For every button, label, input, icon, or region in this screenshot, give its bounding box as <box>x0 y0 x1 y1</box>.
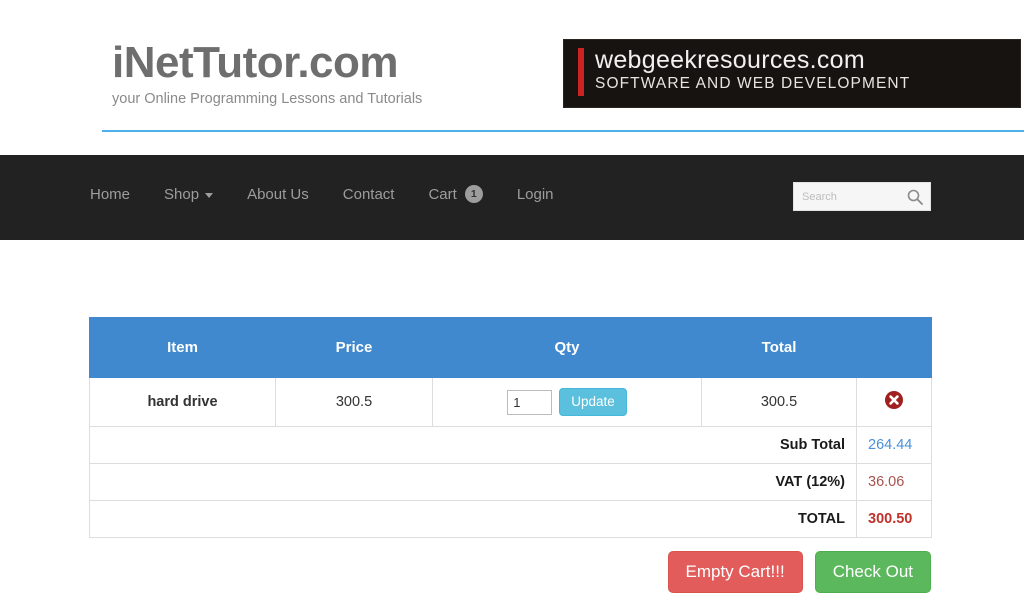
shopping-cart-table: Item Price Qty Total hard drive 300.5 Up… <box>89 317 932 538</box>
nav-label-about-us: About Us <box>247 185 309 203</box>
summary-row-subtotal: Sub Total 264.44 <box>89 426 932 464</box>
summary-label-total: TOTAL <box>701 500 857 538</box>
summary-row-total: TOTAL 300.50 <box>89 500 932 538</box>
column-header-total: Total <box>701 317 857 378</box>
ad-title: webgeekresources.com <box>595 46 866 74</box>
check-out-button[interactable]: Check Out <box>814 551 931 593</box>
nav-item-contact[interactable]: Contact <box>343 186 395 203</box>
nav-label-contact: Contact <box>342 185 395 203</box>
cart-table-head: Item Price Qty Total <box>89 317 932 378</box>
search-input[interactable] <box>794 183 906 210</box>
cell-item-qty: Update <box>432 377 702 427</box>
summary-value-vat: 36.06 <box>856 463 932 501</box>
ad-accent-bar <box>578 48 584 96</box>
summary-value-subtotal: 264.44 <box>856 426 932 464</box>
nav-label-shop: Shop <box>164 185 200 203</box>
column-header-price: Price <box>275 317 433 378</box>
header-divider <box>102 130 1024 132</box>
nav-links: Home Shop About Us Contact Cart 1 Login <box>90 185 554 203</box>
remove-circle-icon[interactable] <box>884 390 904 410</box>
cart-header-row: Item Price Qty Total <box>89 317 932 378</box>
logo-title: iNetTutor.com <box>112 38 399 87</box>
site-header: iNetTutor.com your Online Programming Le… <box>0 0 1024 155</box>
ad-subtitle: SOFTWARE AND WEB DEVELOPMENT <box>595 75 911 92</box>
nav-item-login[interactable]: Login <box>517 186 554 203</box>
column-header-item: Item <box>89 317 276 378</box>
column-header-qty: Qty <box>432 317 702 378</box>
summary-value-total: 300.50 <box>856 500 932 538</box>
nav-label-cart: Cart <box>428 185 457 203</box>
quantity-stepper[interactable] <box>507 389 553 415</box>
nav-item-shop[interactable]: Shop <box>164 185 214 203</box>
summary-label-subtotal: Sub Total <box>701 426 857 464</box>
advertisement-banner[interactable]: webgeekresources.com SOFTWARE AND WEB DE… <box>563 39 1021 108</box>
nav-label-login: Login <box>516 185 554 203</box>
chevron-down-icon <box>205 192 214 198</box>
update-button[interactable]: Update <box>559 388 627 416</box>
summary-row-vat: VAT (12%) 36.06 <box>89 463 932 501</box>
table-row: hard drive 300.5 Update 300.5 <box>89 377 932 427</box>
site-logo[interactable]: iNetTutor.com your Online Programming Le… <box>112 38 442 108</box>
nav-item-home[interactable]: Home <box>90 186 130 203</box>
logo-tagline: your Online Programming Lessons and Tuto… <box>112 91 423 107</box>
nav-item-cart[interactable]: Cart 1 <box>428 185 483 203</box>
cell-item-name: hard drive <box>89 377 276 427</box>
column-header-action <box>856 317 932 378</box>
empty-cart-button[interactable]: Empty Cart!!! <box>667 551 803 593</box>
cart-count-badge: 1 <box>464 185 483 203</box>
search-icon[interactable] <box>906 188 924 206</box>
summary-label-vat: VAT (12%) <box>701 463 857 501</box>
nav-label-home: Home <box>90 185 131 203</box>
cart-table-body: hard drive 300.5 Update 300.5 S <box>89 377 932 538</box>
search-box[interactable] <box>793 182 931 211</box>
cell-item-total: 300.5 <box>701 377 857 427</box>
cell-remove-action <box>856 377 932 427</box>
cart-action-buttons: Empty Cart!!! Check Out <box>89 551 931 593</box>
cell-item-price: 300.5 <box>275 377 433 427</box>
nav-item-about-us[interactable]: About Us <box>247 186 309 203</box>
